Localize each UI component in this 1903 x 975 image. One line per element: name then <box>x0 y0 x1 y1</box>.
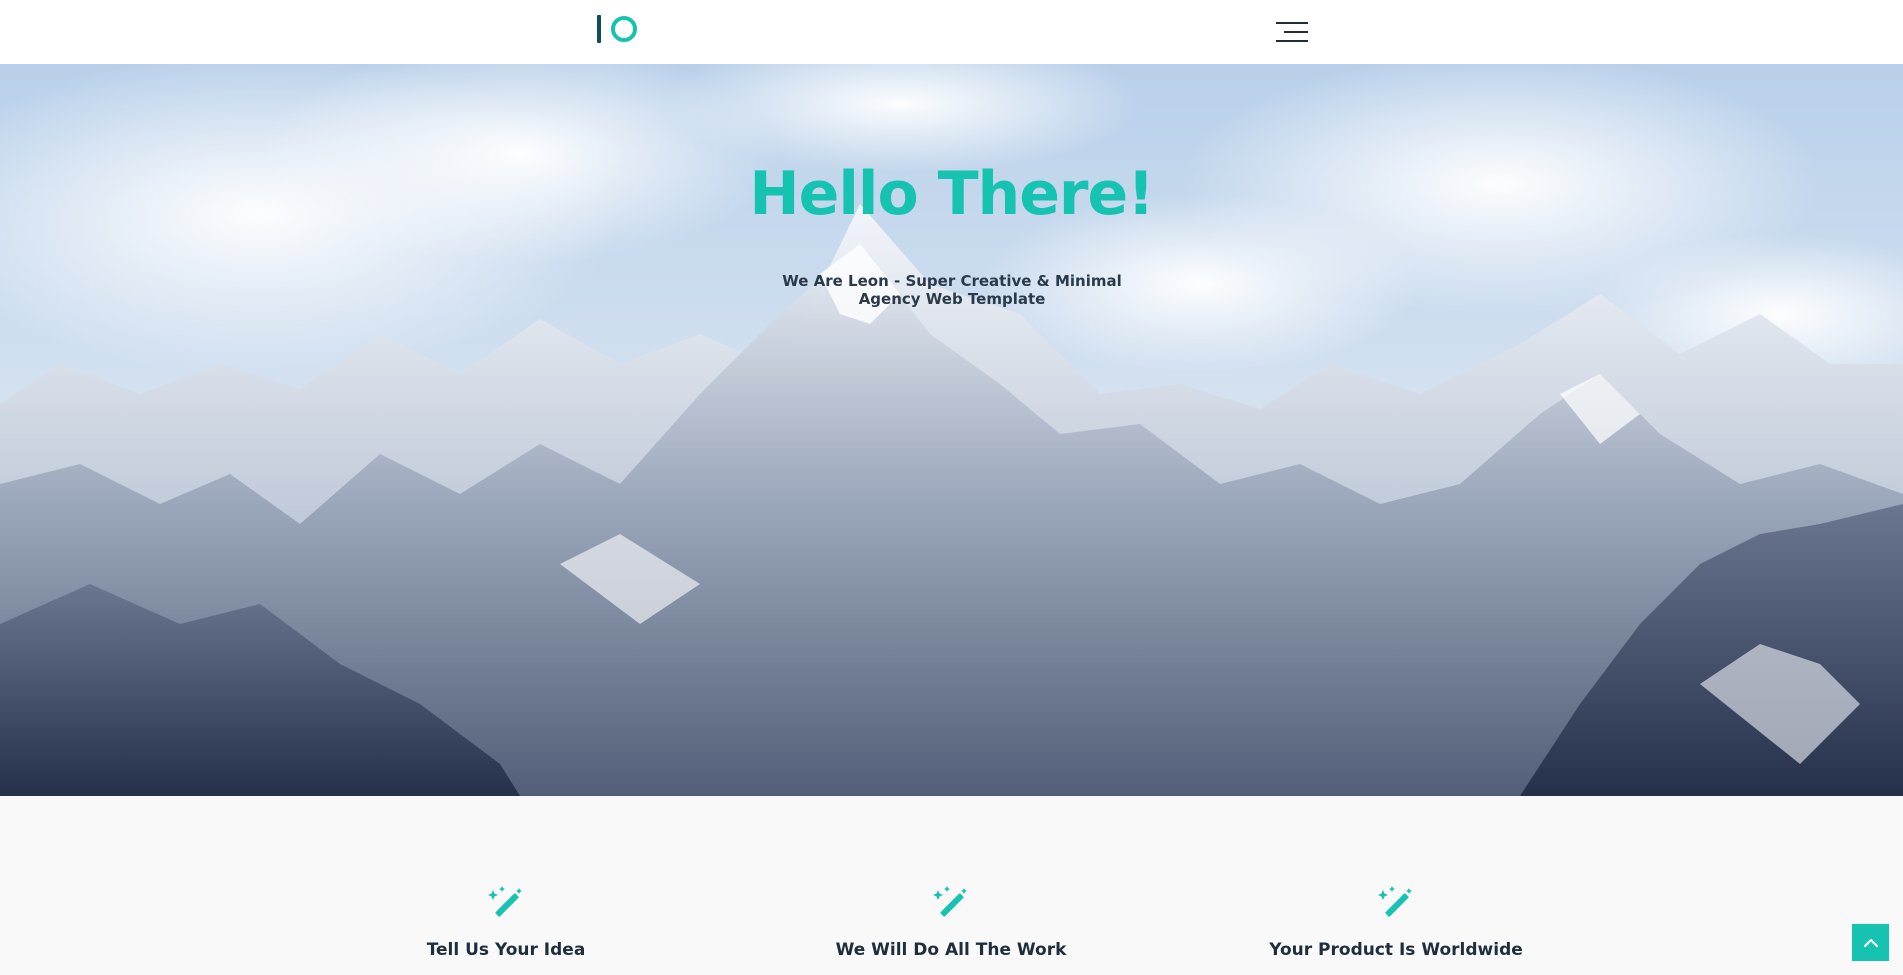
feature-title: We Will Do All The Work <box>835 940 1067 960</box>
magic-wand-icon <box>1378 886 1412 917</box>
features-section: Tell Us Your Idea We Will Do All The Wor… <box>0 796 1903 975</box>
feature-item: Tell Us Your Idea <box>326 886 686 960</box>
magic-wand-icon <box>488 886 522 917</box>
site-logo[interactable] <box>597 14 642 44</box>
hero-section: Hello There! We Are Leon - Super Creativ… <box>0 64 1903 796</box>
scroll-to-top-button[interactable] <box>1852 924 1889 961</box>
feature-title: Tell Us Your Idea <box>426 940 586 960</box>
hamburger-menu-icon[interactable] <box>1276 20 1308 44</box>
logo-ring <box>611 16 637 42</box>
feature-item: We Will Do All The Work <box>771 886 1131 960</box>
feature-title: Your Product Is Worldwide <box>1269 940 1523 960</box>
hero-title: Hello There! <box>749 159 1154 229</box>
magic-wand-icon <box>933 886 967 917</box>
hero-subtitle: We Are Leon - Super Creative & Minimal A… <box>782 272 1122 308</box>
feature-item: Your Product Is Worldwide <box>1216 886 1576 960</box>
chevron-up-icon <box>1863 938 1878 947</box>
site-header <box>0 0 1903 64</box>
logo-bar <box>597 15 601 43</box>
